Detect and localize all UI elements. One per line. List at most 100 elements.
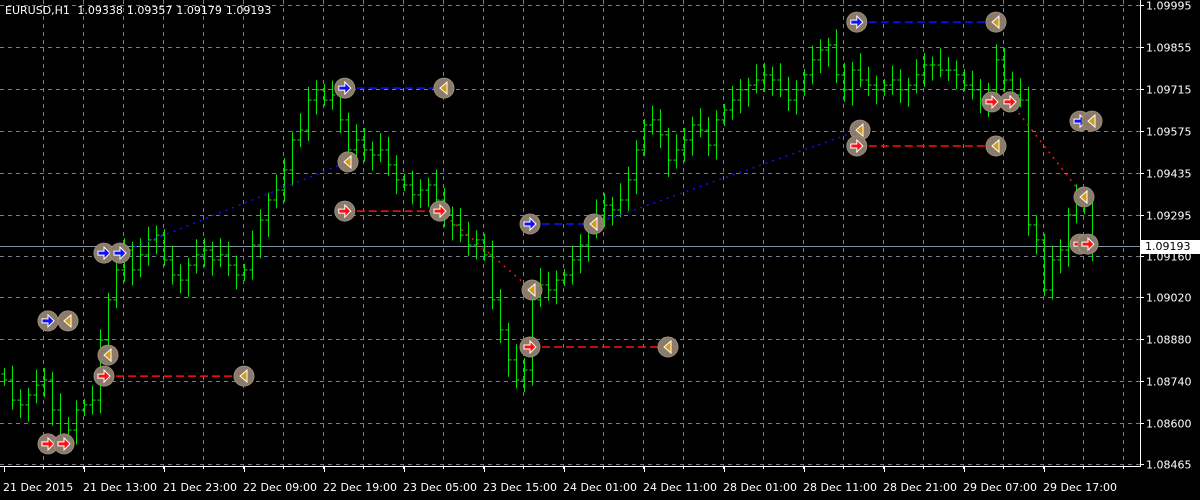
header-high: 1.09357	[126, 4, 173, 17]
trade-marker-close[interactable]	[1073, 186, 1095, 208]
ohlc-bar	[49, 371, 56, 426]
ohlc-bar	[521, 358, 528, 392]
ohlc-bar	[713, 110, 720, 160]
price-axis-label: 1.08740	[1146, 375, 1192, 388]
trade-marker-close[interactable]	[985, 135, 1007, 157]
trade-marker-close[interactable]	[1081, 110, 1103, 132]
ohlc-bar	[41, 368, 48, 398]
trade-marker-sell[interactable]	[1077, 233, 1099, 255]
price-axis-label: 1.09435	[1146, 167, 1192, 180]
ohlc-bar	[505, 322, 512, 377]
trade-marker-sell[interactable]	[429, 200, 451, 222]
ohlc-bar	[409, 170, 416, 205]
time-axis-label: 23 Dec 15:00	[483, 481, 557, 494]
ohlc-bar	[1025, 86, 1032, 236]
trade-marker-close[interactable]	[433, 77, 455, 99]
time-axis-label: 21 Dec 13:00	[83, 481, 157, 494]
price-axis-label: 1.08465	[1146, 458, 1192, 471]
trade-marker-buy[interactable]	[334, 77, 356, 99]
ohlc-bar	[465, 221, 472, 256]
ohlc-bar	[153, 225, 160, 255]
ohlc-bar	[321, 83, 328, 107]
trade-marker-close[interactable]	[985, 11, 1007, 33]
ohlc-bar	[129, 241, 136, 286]
time-axis-label: 22 Dec 19:00	[323, 481, 397, 494]
ohlc-bar	[729, 85, 736, 120]
ohlc-bar	[569, 245, 576, 285]
time-axis-label: 29 Dec 17:00	[1043, 481, 1117, 494]
ohlc-bar	[353, 124, 360, 159]
trade-marker-close[interactable]	[521, 279, 543, 301]
ohlc-bar	[377, 133, 384, 163]
ohlc-bar	[633, 140, 640, 195]
ohlc-bar	[897, 69, 904, 104]
trade-marker-close[interactable]	[583, 213, 605, 235]
ohlc-bars	[1, 29, 1096, 451]
ohlc-bar	[273, 174, 280, 209]
trade-marker-buy[interactable]	[519, 213, 541, 235]
price-axis-label: 1.08600	[1146, 417, 1192, 430]
ohlc-bar	[945, 56, 952, 81]
time-axis-label: 28 Dec 21:00	[883, 481, 957, 494]
ohlc-bar	[841, 62, 848, 102]
ohlc-bar	[9, 365, 16, 410]
trade-marker-sell[interactable]	[93, 365, 115, 387]
trade-marker-close[interactable]	[233, 365, 255, 387]
ohlc-bar	[265, 192, 272, 237]
trade-marker-sell[interactable]	[981, 91, 1003, 113]
trade-marker-sell[interactable]	[53, 433, 75, 455]
trade-marker-close[interactable]	[97, 344, 119, 366]
ohlc-bar	[961, 68, 968, 92]
ohlc-bar	[553, 270, 560, 305]
ohlc-bar	[289, 131, 296, 186]
ohlc-bar	[25, 387, 32, 422]
time-axis-label: 23 Dec 05:00	[403, 481, 477, 494]
price-axis-label: 1.09715	[1146, 83, 1192, 96]
ohlc-bar	[681, 128, 688, 162]
price-chart[interactable]	[0, 0, 1200, 500]
header-low: 1.09179	[176, 4, 222, 17]
ohlc-bar	[1049, 245, 1056, 300]
trade-marker-buy[interactable]	[846, 11, 868, 33]
ohlc-bar	[177, 264, 184, 294]
time-axis-label: 22 Dec 09:00	[243, 481, 317, 494]
trade-marker-sell[interactable]	[846, 135, 868, 157]
price-axis-label: 1.09855	[1146, 41, 1192, 54]
ohlc-bar	[817, 39, 824, 74]
ohlc-bar	[457, 208, 464, 243]
trade-marker-close[interactable]	[337, 151, 359, 173]
ohlc-bar	[1001, 47, 1008, 92]
time-axis-label: 21 Dec 2015	[3, 481, 74, 494]
trade-marker-buy[interactable]	[37, 310, 59, 332]
trade-marker-sell[interactable]	[999, 91, 1021, 113]
ohlc-bar	[993, 44, 1000, 99]
ohlc-bar	[673, 134, 680, 169]
trade-marker-close[interactable]	[57, 310, 79, 332]
ohlc-bar	[689, 116, 696, 156]
trade-marker-close[interactable]	[657, 336, 679, 358]
ohlc-bar	[249, 230, 256, 280]
ohlc-bar	[473, 230, 480, 260]
ohlc-bar	[769, 66, 776, 96]
ohlc-bar	[929, 56, 936, 81]
ohlc-bar	[417, 179, 424, 209]
ohlc-bar	[425, 177, 432, 207]
ohlc-bar	[865, 66, 872, 96]
ohlc-bar	[905, 77, 912, 107]
ohlc-bar	[1065, 207, 1072, 267]
ohlc-bar	[1, 368, 8, 386]
trade-marker-sell[interactable]	[334, 200, 356, 222]
ohlc-bar	[89, 385, 96, 415]
ohlc-bar	[577, 234, 584, 274]
trade-marker-sell[interactable]	[519, 336, 541, 358]
ohlc-bar	[889, 65, 896, 95]
price-axis-label: 1.09575	[1146, 125, 1192, 138]
ohlc-bar	[33, 369, 40, 404]
ohlc-bar	[721, 104, 728, 126]
header-close: 1.09193	[225, 4, 272, 17]
ohlc-bar	[977, 79, 984, 114]
ohlc-bar	[641, 119, 648, 156]
trade-marker-buy[interactable]	[109, 242, 131, 264]
ohlc-bar	[745, 77, 752, 107]
ohlc-bar	[665, 127, 672, 177]
